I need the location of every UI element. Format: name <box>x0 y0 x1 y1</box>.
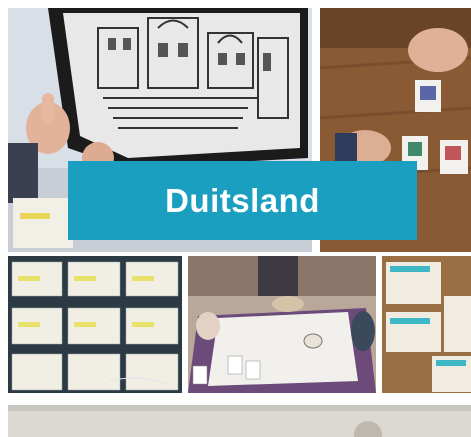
country-label: Duitsland <box>165 181 320 219</box>
worksheets-grid-photo <box>8 256 182 393</box>
group-at-table-photo <box>188 256 376 393</box>
bottom-photo <box>8 405 471 437</box>
worksheets-stack-photo <box>382 256 471 393</box>
country-banner: Duitsland <box>68 161 417 240</box>
